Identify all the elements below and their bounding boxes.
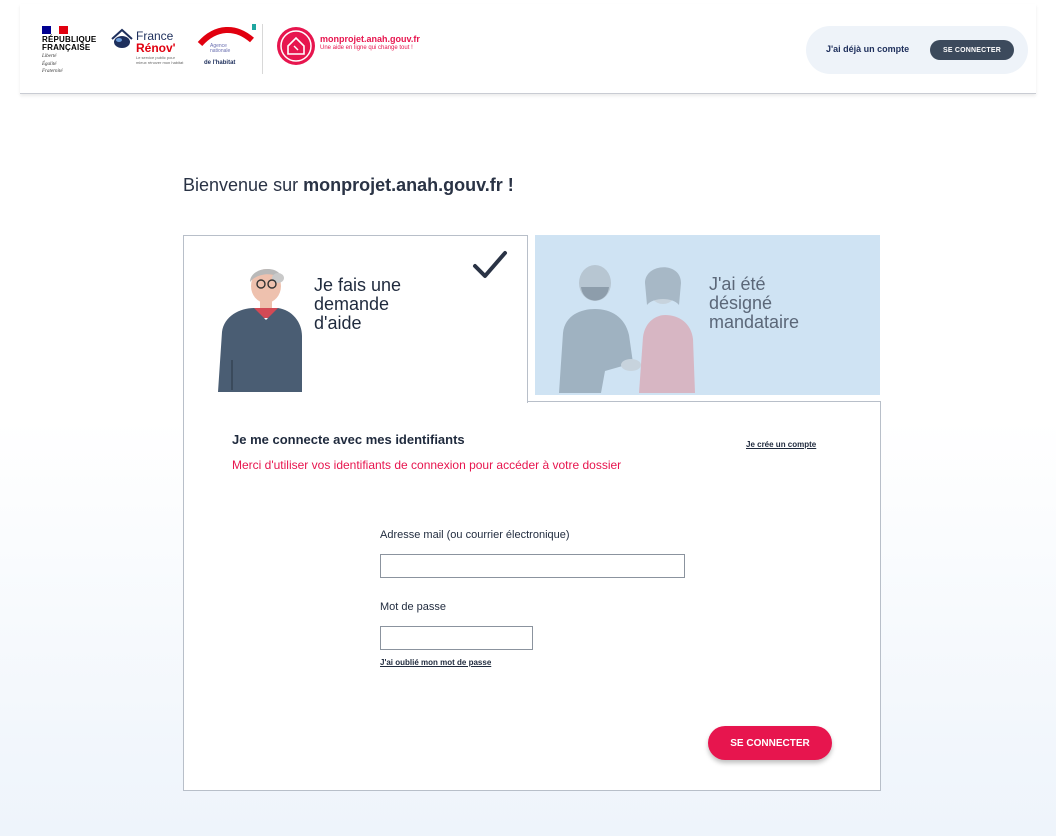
monprojet-house-icon [277,27,315,65]
republique-francaise-logo: RÉPUBLIQUE FRANÇAISE Liberté Égalité Fra… [42,26,102,75]
forgot-password-link[interactable]: J'ai oublié mon mot de passe [380,658,491,667]
email-field[interactable] [380,554,685,578]
monprojet-site-name: monprojet.anah.gouv.fr [320,34,420,44]
check-icon [473,251,507,278]
tab-applicant-label: Je fais une demande d'aide [314,276,401,333]
rf-motto-1: Liberté [42,54,57,59]
anah-logo: Agence nationale de l'habitat [196,22,262,76]
login-panel: Je me connecte avec mes identifiants Mer… [183,401,881,791]
tab-mandataire-label: J'ai été désigné mandataire [709,275,799,332]
anah-text-agence: Agence nationale [210,44,230,54]
french-flag-icon [42,26,69,34]
create-account-link[interactable]: Je crée un compte [746,440,816,449]
france-renov-text-2: Rénov' [136,41,176,55]
anah-line3: de l'habitat [204,60,236,66]
monprojet-logo[interactable]: monprojet.anah.gouv.fr Une aide en ligne… [276,26,420,70]
monprojet-tagline: Une aide en ligne qui change tout ! [320,45,413,51]
rf-motto-3: Fraternité [42,69,63,74]
tab-mandataire-line3: mandataire [709,312,800,332]
rf-motto-2: Égalité [42,61,57,67]
tab-applicant-line1: Je fais une [314,275,402,295]
tab-mandataire[interactable]: J'ai été désigné mandataire [535,235,880,395]
email-label: Adresse mail (ou courrier électronique) [380,529,570,541]
login-submit-button[interactable]: SE CONNECTER [708,726,832,760]
header-login-button[interactable]: SE CONNECTER [930,40,1014,60]
france-renov-logo: France Rénov' Le service public pour mie… [110,24,190,70]
tab-applicant-line2: demande [314,294,390,314]
mandataire-illustration [559,265,695,393]
welcome-prefix: Bienvenue sur [183,175,304,195]
account-area: J'ai déjà un compte SE CONNECTER [806,26,1028,74]
page-title: Bienvenue sur monprojet.anah.gouv.fr ! [183,175,514,196]
rf-title-line2: FRANÇAISE [42,43,91,52]
password-field[interactable] [380,626,533,650]
tab-mandataire-line2: désigné [709,293,773,313]
applicant-illustration [218,268,302,392]
france-renov-tagline: Le service public pour mieux rénover mon… [136,55,184,65]
header-divider [262,24,263,74]
welcome-site-name: monprojet.anah.gouv.fr ! [303,175,514,195]
password-label: Mot de passe [380,601,447,613]
site-header: RÉPUBLIQUE FRANÇAISE Liberté Égalité Fra… [20,4,1036,94]
login-subtitle: Merci d'utiliser vos identifiants de con… [232,458,622,472]
anah-roof-icon [197,24,256,46]
tab-applicant-line3: d'aide [314,313,362,333]
tab-applicant[interactable]: Je fais une demande d'aide [183,235,528,403]
tab-mandataire-line1: J'ai été [709,274,766,294]
anah-line2: nationale [210,48,231,54]
france-renov-house-icon [111,28,133,48]
account-text: J'ai déjà un compte [826,44,910,54]
login-title: Je me connecte avec mes identifiants [232,432,465,447]
